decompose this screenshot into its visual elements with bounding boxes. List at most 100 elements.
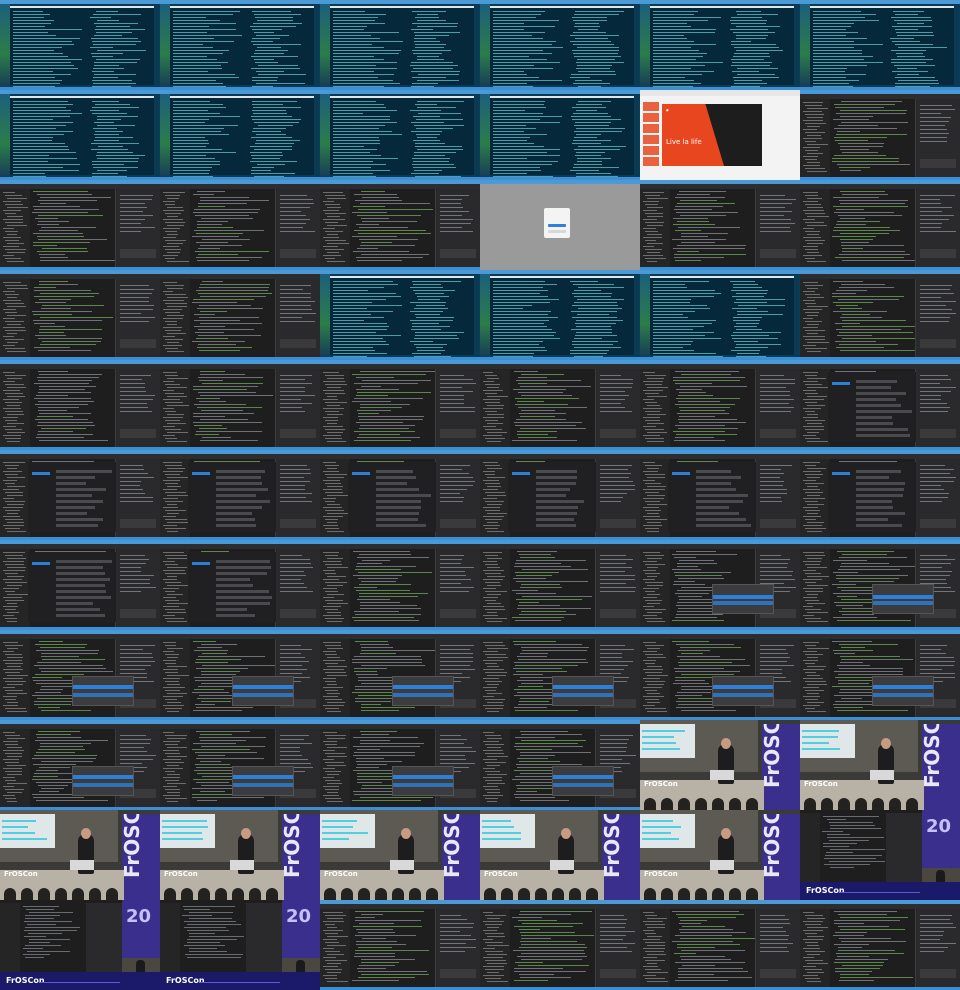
video-thumbnail[interactable] [640,900,800,990]
terminal-line [95,155,145,156]
video-thumbnail[interactable] [0,630,160,720]
video-thumbnail[interactable] [320,540,480,630]
video-thumbnail[interactable] [480,540,640,630]
video-thumbnail[interactable]: FrOSCon FrOSCon [640,720,800,810]
terminal-sidebar [640,274,650,357]
code-line [37,380,93,381]
video-thumbnail[interactable]: 20 FrOSCon [800,810,960,900]
video-thumbnail[interactable] [800,360,960,450]
assistant-text [120,215,154,216]
code-line [355,953,395,954]
assistant-text [760,227,791,228]
video-thumbnail[interactable] [160,630,320,720]
video-thumbnail[interactable] [800,540,960,630]
code-line [521,374,564,375]
video-thumbnail[interactable] [800,90,960,180]
video-thumbnail[interactable] [160,0,320,90]
video-thumbnail[interactable] [640,0,800,90]
video-thumbnail[interactable]: FrOSCon FrOSCon [0,810,160,900]
video-thumbnail[interactable] [320,630,480,720]
video-thumbnail[interactable]: FrOSCon FrOSCon [640,810,800,900]
video-thumbnail[interactable]: FrOSCon FrOSCon [800,720,960,810]
video-thumbnail[interactable]: 20 FrOSCon [0,900,160,990]
settings-row [856,500,892,503]
code-line [518,392,563,393]
file-tree-entry [805,663,816,664]
terminal-line [730,17,762,18]
assistant-text [120,575,154,576]
dropdown-selected-item [713,595,773,599]
video-thumbnail[interactable] [480,180,640,270]
video-thumbnail[interactable] [320,270,480,360]
settings-panel [188,462,276,532]
file-tree-entry [163,309,182,310]
video-thumbnail[interactable]: ● Live la life [640,90,800,180]
video-thumbnail[interactable] [640,630,800,720]
video-thumbnail[interactable] [160,270,320,360]
terminal-line [653,71,715,72]
assistant-text [760,215,784,216]
video-thumbnail[interactable] [800,270,960,360]
video-thumbnail[interactable] [0,450,160,540]
video-thumbnail[interactable] [0,360,160,450]
video-thumbnail[interactable] [480,0,640,90]
video-thumbnail[interactable] [160,540,320,630]
video-thumbnail[interactable] [800,180,960,270]
video-thumbnail[interactable] [0,270,160,360]
code-line [521,611,566,612]
file-tree-entry [167,297,188,298]
video-thumbnail[interactable] [480,270,640,360]
video-thumbnail[interactable] [480,630,640,720]
code-line [356,674,378,675]
video-thumbnail[interactable] [800,0,960,90]
file-tree-entry [483,786,499,787]
file-tree-entry [647,657,667,658]
file-tree-entry [805,672,816,673]
terminal-line [573,167,619,168]
video-thumbnail[interactable] [320,900,480,990]
file-tree-entry [323,759,334,760]
video-thumbnail[interactable]: 20 FrOSCon [160,900,320,990]
video-thumbnail[interactable] [0,720,160,810]
video-thumbnail[interactable]: FrOSCon FrOSCon [160,810,320,900]
terminal-line [813,62,883,63]
video-thumbnail[interactable] [480,450,640,540]
video-thumbnail[interactable] [160,180,320,270]
video-thumbnail[interactable] [480,90,640,180]
video-thumbnail[interactable] [0,90,160,180]
video-thumbnail[interactable] [320,450,480,540]
file-tree-entry [805,555,826,556]
video-thumbnail[interactable]: FrOSCon FrOSCon [320,810,480,900]
video-thumbnail[interactable] [320,720,480,810]
code-line [834,653,856,654]
video-thumbnail[interactable] [320,90,480,180]
video-thumbnail[interactable] [0,180,160,270]
video-thumbnail[interactable] [320,360,480,450]
terminal-line [493,134,547,135]
code-line [32,191,88,192]
video-thumbnail[interactable] [160,450,320,540]
video-thumbnail[interactable] [160,90,320,180]
video-thumbnail[interactable] [160,720,320,810]
video-thumbnail[interactable] [640,270,800,360]
video-thumbnail[interactable] [320,180,480,270]
video-thumbnail[interactable]: FrOSCon FrOSCon [480,810,640,900]
video-thumbnail[interactable] [0,540,160,630]
video-thumbnail[interactable] [800,450,960,540]
video-thumbnail[interactable] [0,0,160,90]
video-thumbnail[interactable] [640,180,800,270]
video-thumbnail[interactable] [640,360,800,450]
video-thumbnail[interactable] [480,720,640,810]
code-line [356,395,388,396]
terminal-line [493,14,542,15]
video-thumbnail[interactable] [480,360,640,450]
file-tree [640,639,670,717]
video-thumbnail[interactable] [640,450,800,540]
code-line [678,923,701,924]
video-thumbnail[interactable] [480,900,640,990]
video-thumbnail[interactable] [800,900,960,990]
video-thumbnail[interactable] [800,630,960,720]
video-thumbnail[interactable] [320,0,480,90]
video-thumbnail[interactable] [160,360,320,450]
video-thumbnail[interactable] [640,540,800,630]
